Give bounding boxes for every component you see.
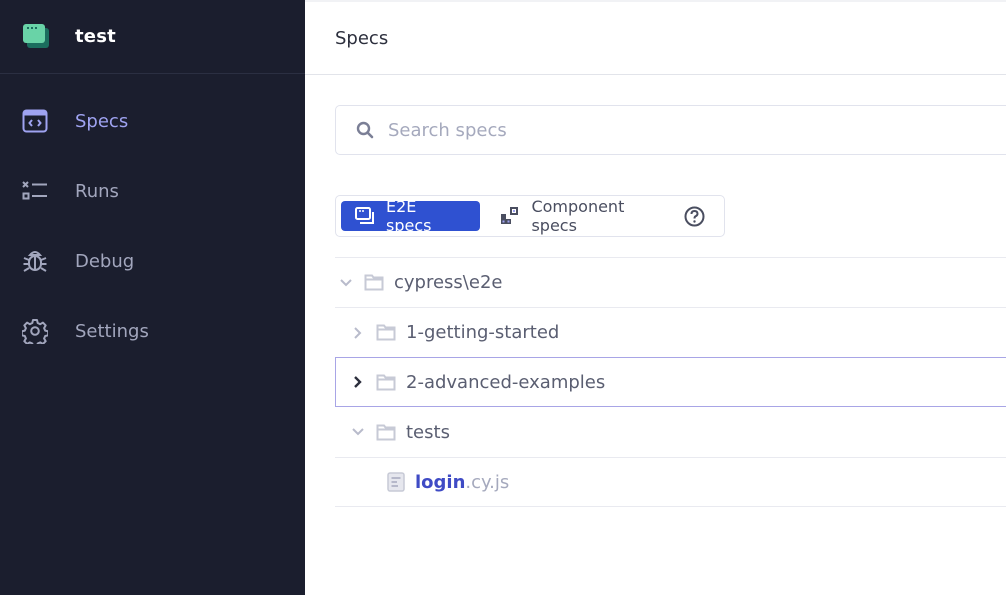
component-specs-tab[interactable]: Component specs (490, 197, 719, 235)
spec-file-name[interactable]: login (415, 472, 465, 493)
sidebar-item-runs[interactable]: Runs (0, 156, 305, 226)
project-header[interactable]: test (0, 0, 305, 74)
chevron-right-icon (350, 375, 366, 389)
project-name: test (75, 26, 116, 47)
spec-file-row[interactable]: login .cy.js (335, 457, 1006, 507)
question-circle-icon[interactable] (684, 206, 705, 227)
gear-icon (22, 318, 48, 344)
search-icon (356, 121, 374, 139)
search-input[interactable] (388, 119, 948, 141)
folder-icon (376, 424, 396, 441)
folder-name: 2-advanced-examples (406, 371, 606, 393)
sidebar-item-label: Runs (75, 180, 119, 202)
bug-icon (22, 248, 48, 274)
main-content: Specs E2E specs (305, 0, 1006, 595)
sidebar-item-label: Debug (75, 250, 135, 272)
tree-folder-row[interactable]: 2-advanced-examples (335, 357, 1006, 407)
code-window-icon (22, 108, 48, 134)
chevron-down-icon (338, 278, 354, 288)
app-window-icon (22, 23, 50, 51)
folder-name: 1-getting-started (406, 322, 560, 343)
tree-folder-row[interactable]: 1-getting-started (335, 307, 1006, 357)
top-bar: Specs (305, 0, 1006, 75)
testing-type-toggle: E2E specs Component specs (335, 195, 725, 237)
chevron-right-icon (350, 326, 366, 340)
search-box[interactable] (335, 105, 1006, 155)
folder-name: cypress\e2e (394, 272, 503, 293)
document-icon (387, 472, 405, 492)
e2e-window-icon (355, 207, 375, 225)
sidebar-item-debug[interactable]: Debug (0, 226, 305, 296)
tree-folder-row[interactable]: cypress\e2e (335, 257, 1006, 307)
page-title: Specs (335, 27, 389, 49)
sidebar-nav: Specs Runs Debug Settings (0, 74, 305, 366)
folder-icon (376, 374, 396, 391)
sidebar-item-label: Settings (75, 320, 149, 342)
sidebar: test Specs Runs Debug Settings (0, 0, 305, 595)
sidebar-item-label: Specs (75, 110, 129, 132)
e2e-specs-tab[interactable]: E2E specs (341, 197, 481, 235)
chevron-down-icon (350, 427, 366, 437)
spec-tree: cypress\e2e 1-getting-started 2-advanced… (335, 257, 1006, 507)
folder-icon (364, 274, 384, 291)
sidebar-item-specs[interactable]: Specs (0, 86, 305, 156)
spec-file-extension: .cy.js (465, 471, 510, 493)
tree-folder-row[interactable]: tests (335, 407, 1006, 457)
folder-name: tests (406, 421, 450, 443)
folder-icon (376, 324, 396, 341)
component-blocks-icon (500, 207, 520, 225)
e2e-specs-label: E2E specs (386, 197, 432, 235)
component-specs-label: Component specs (531, 197, 625, 235)
runs-list-icon (22, 178, 48, 204)
sidebar-item-settings[interactable]: Settings (0, 296, 305, 366)
